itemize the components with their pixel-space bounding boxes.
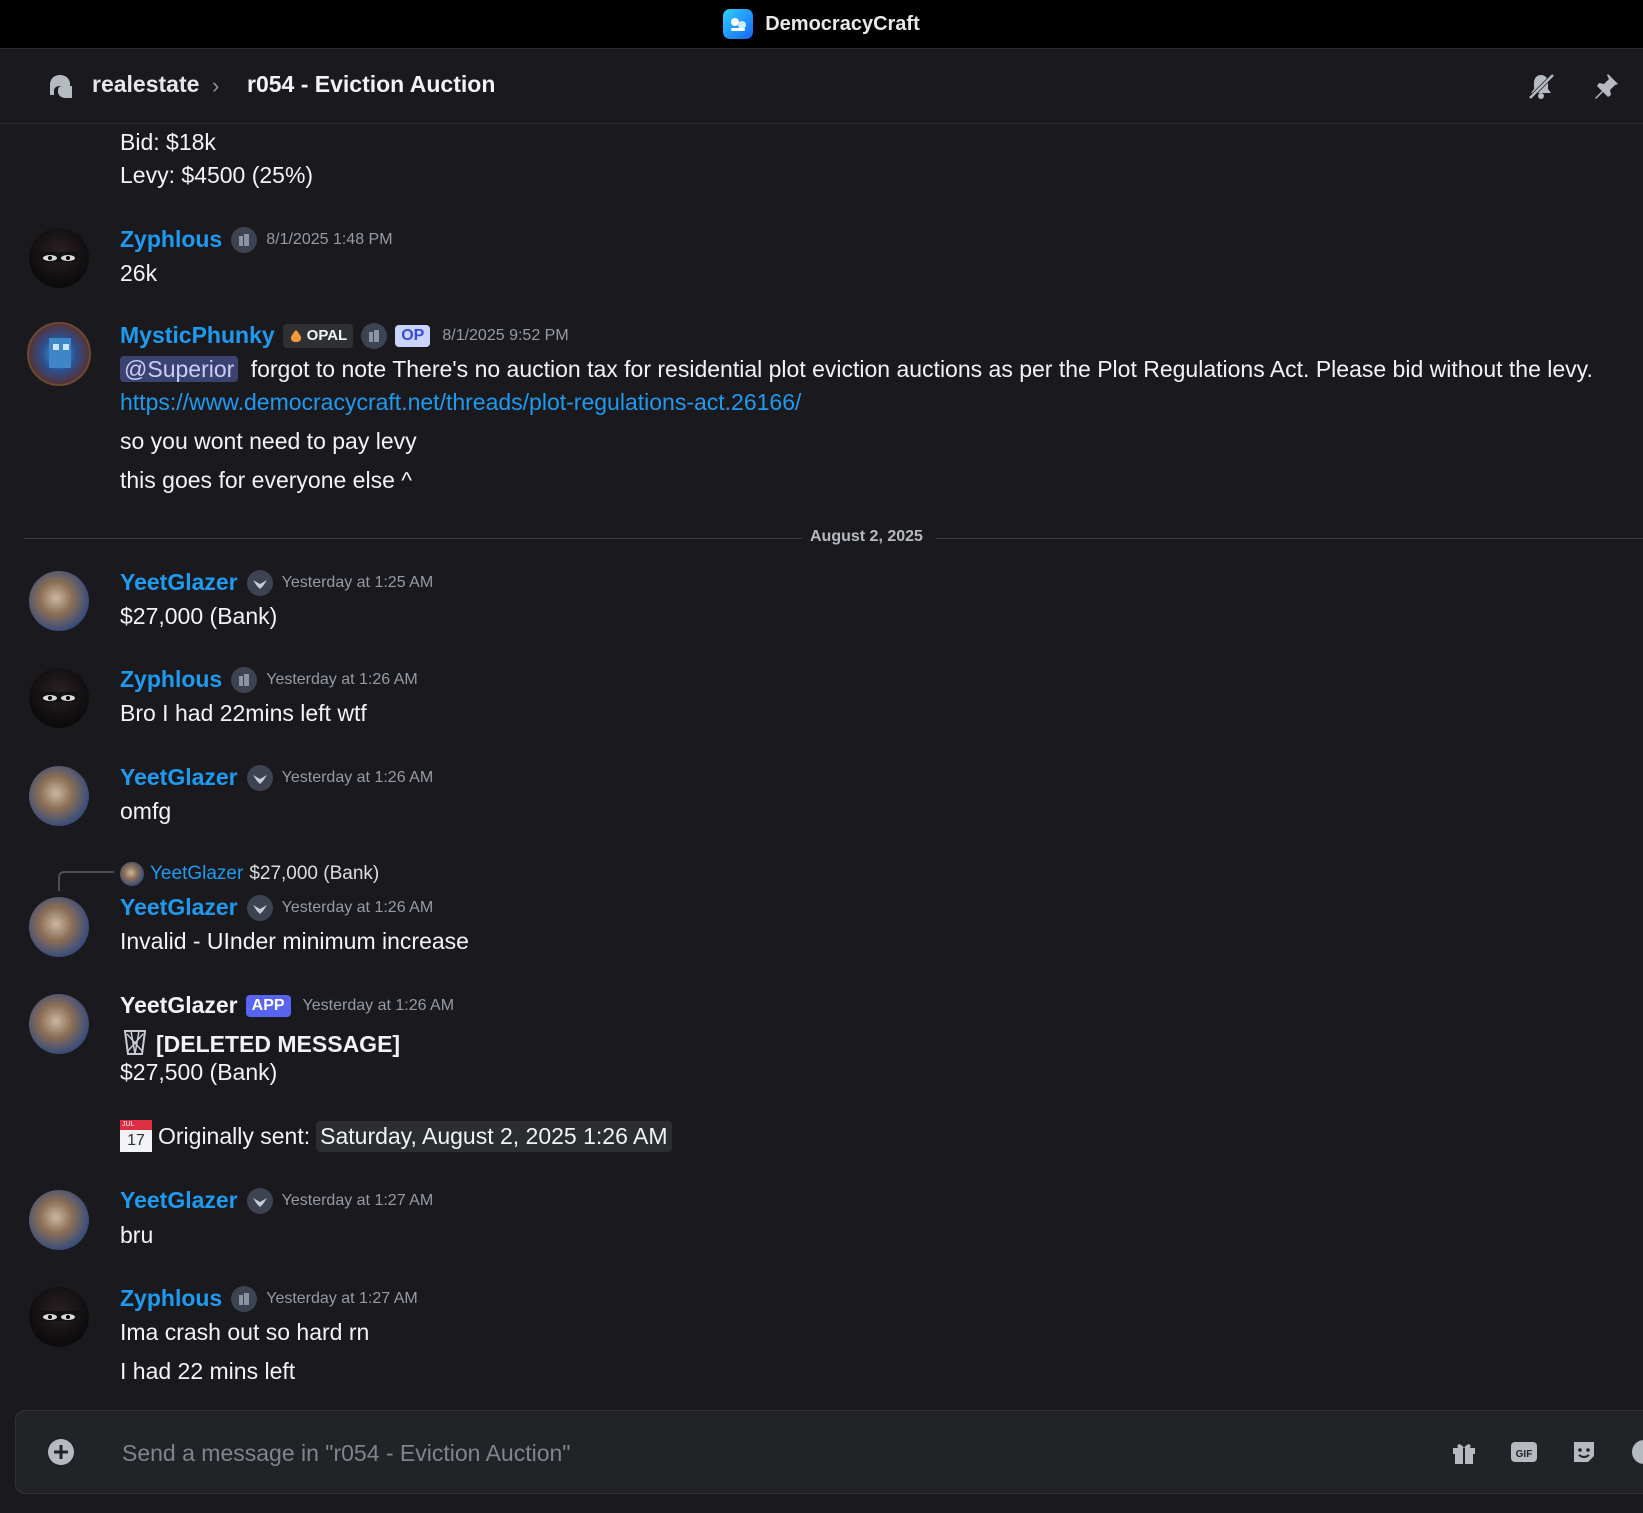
- date-divider-label: August 2, 2025: [810, 528, 923, 545]
- author-name[interactable]: Zyphlous: [120, 666, 222, 693]
- deleted-label: [DELETED MESSAGE]: [156, 1030, 401, 1057]
- gif-icon[interactable]: GIF: [1507, 1435, 1541, 1469]
- avatar[interactable]: [29, 1190, 89, 1250]
- message-input[interactable]: [120, 1435, 1324, 1471]
- message-line: JUL 17 Originally sent: Saturday, August…: [120, 1120, 672, 1152]
- message-header: YeetGlazer Yesterday at 1:27 AM: [120, 1187, 433, 1214]
- forum-channel-icon[interactable]: [46, 71, 76, 106]
- window-titlebar: DemocracyCraft: [0, 0, 1643, 49]
- message-line: Levy: $4500 (25%): [120, 162, 314, 188]
- reply-avatar: [120, 862, 144, 886]
- reply-author[interactable]: YeetGlazer: [150, 863, 243, 885]
- breadcrumb-parent-channel[interactable]: realestate: [92, 71, 199, 98]
- timestamp[interactable]: Yesterday at 1:26 AM: [303, 997, 455, 1015]
- timestamp[interactable]: 8/1/2025 1:48 PM: [266, 231, 392, 249]
- message-line: $27,000 (Bank): [120, 603, 278, 629]
- date-divider-line: [936, 538, 1643, 539]
- message-header: MysticPhunky OPAL OP 8/1/2025 9:52 PM: [120, 322, 569, 349]
- timestamp[interactable]: Yesterday at 1:26 AM: [282, 899, 434, 917]
- message-line: I had 22 mins left: [120, 1358, 296, 1384]
- eagle-role-icon[interactable]: [246, 894, 273, 921]
- building-role-icon[interactable]: [231, 226, 258, 253]
- plus-icon[interactable]: [44, 1435, 78, 1469]
- message-header: YeetGlazer Yesterday at 1:26 AM: [120, 764, 433, 791]
- originally-sent-timestamp[interactable]: Saturday, August 2, 2025 1:26 AM: [316, 1120, 672, 1152]
- message-composer: GIF: [15, 1410, 1643, 1494]
- message-line: $27,500 (Bank): [120, 1059, 278, 1085]
- message-link[interactable]: https://www.democracycraft.net/threads/p…: [120, 389, 801, 416]
- timestamp[interactable]: Yesterday at 1:26 AM: [282, 769, 434, 787]
- building-role-icon[interactable]: [361, 322, 388, 349]
- author-name[interactable]: Zyphlous: [120, 226, 222, 253]
- eagle-role-icon[interactable]: [246, 1187, 273, 1214]
- message-line: @Superior forgot to note There's no auct…: [120, 356, 1593, 383]
- mute-bell-icon[interactable]: [1526, 71, 1556, 106]
- user-mention[interactable]: @Superior: [120, 356, 239, 382]
- eagle-role-icon[interactable]: [246, 764, 273, 791]
- author-name[interactable]: Zyphlous: [120, 1285, 222, 1312]
- author-name[interactable]: YeetGlazer: [120, 764, 238, 791]
- originally-sent-label: Originally sent:: [158, 1122, 311, 1149]
- timestamp[interactable]: Yesterday at 1:26 AM: [266, 671, 418, 689]
- server-name: DemocracyCraft: [765, 12, 920, 35]
- avatar[interactable]: [29, 668, 89, 728]
- message-text: forgot to note There's no auction tax fo…: [250, 356, 1593, 382]
- message-header: Zyphlous 8/1/2025 1:48 PM: [120, 226, 393, 253]
- timestamp[interactable]: Yesterday at 1:27 AM: [266, 1290, 418, 1308]
- pin-icon[interactable]: [1591, 71, 1621, 106]
- author-name[interactable]: MysticPhunky: [120, 322, 275, 349]
- reply-preview[interactable]: YeetGlazer $27,000 (Bank): [120, 862, 379, 886]
- building-role-icon[interactable]: [231, 1285, 258, 1312]
- opal-gem-icon: [290, 329, 301, 342]
- avatar[interactable]: [29, 897, 89, 957]
- thread-title: r054 - Eviction Auction: [247, 71, 496, 97]
- message-header: Zyphlous Yesterday at 1:27 AM: [120, 1285, 418, 1312]
- eagle-role-icon[interactable]: [246, 569, 273, 596]
- timestamp[interactable]: Yesterday at 1:25 AM: [282, 574, 434, 592]
- timestamp[interactable]: 8/1/2025 9:52 PM: [442, 327, 568, 345]
- op-badge: OP: [395, 324, 431, 347]
- avatar[interactable]: [29, 228, 89, 288]
- message-line: Ima crash out so hard rn: [120, 1319, 370, 1345]
- message-line: 26k: [120, 260, 158, 286]
- opal-badge[interactable]: OPAL: [282, 323, 354, 348]
- message-header: Zyphlous Yesterday at 1:26 AM: [120, 666, 418, 693]
- author-name[interactable]: YeetGlazer: [120, 1187, 238, 1214]
- date-divider-line: [24, 538, 802, 539]
- message-header: YeetGlazer APP Yesterday at 1:26 AM: [120, 992, 454, 1019]
- app-badge: APP: [245, 994, 291, 1017]
- server-logo-icon: [723, 9, 754, 39]
- message-line: bru: [120, 1222, 154, 1248]
- calendar-icon: JUL 17: [120, 1120, 152, 1152]
- avatar[interactable]: [29, 766, 89, 826]
- message-header: YeetGlazer Yesterday at 1:26 AM: [120, 894, 433, 921]
- reply-text[interactable]: $27,000 (Bank): [249, 863, 379, 885]
- wastebasket-icon: [120, 1026, 150, 1062]
- message-line: omfg: [120, 798, 172, 824]
- message-line: so you wont need to pay levy: [120, 428, 417, 454]
- message-line: [DELETED MESSAGE]: [120, 1026, 400, 1062]
- avatar[interactable]: [27, 322, 91, 386]
- svg-text:GIF: GIF: [1516, 1449, 1533, 1460]
- breadcrumb-chevron-icon: ›: [212, 73, 220, 98]
- message-line: Bro I had 22mins left wtf: [120, 700, 367, 726]
- author-name[interactable]: YeetGlazer: [120, 569, 238, 596]
- message-line: this goes for everyone else ^: [120, 467, 413, 493]
- message-line: Invalid - UInder minimum increase: [120, 928, 469, 954]
- message-header: YeetGlazer Yesterday at 1:25 AM: [120, 569, 433, 596]
- author-name[interactable]: YeetGlazer: [120, 894, 238, 921]
- gift-icon[interactable]: [1447, 1435, 1481, 1469]
- building-role-icon[interactable]: [231, 666, 258, 693]
- author-name[interactable]: YeetGlazer: [120, 992, 238, 1019]
- sticker-icon[interactable]: [1567, 1435, 1601, 1469]
- avatar[interactable]: [29, 571, 89, 631]
- message-list[interactable]: Bid: $18k Levy: $4500 (25%) Zyphlous 8/1…: [0, 124, 1643, 1410]
- emoji-icon[interactable]: [1627, 1435, 1643, 1469]
- reply-spine: [58, 871, 114, 891]
- avatar[interactable]: [29, 994, 89, 1054]
- avatar[interactable]: [29, 1287, 89, 1347]
- message-line: Bid: $18k: [120, 129, 216, 155]
- timestamp[interactable]: Yesterday at 1:27 AM: [282, 1192, 434, 1210]
- channel-header: realestate › r054 - Eviction Auction: [0, 49, 1643, 124]
